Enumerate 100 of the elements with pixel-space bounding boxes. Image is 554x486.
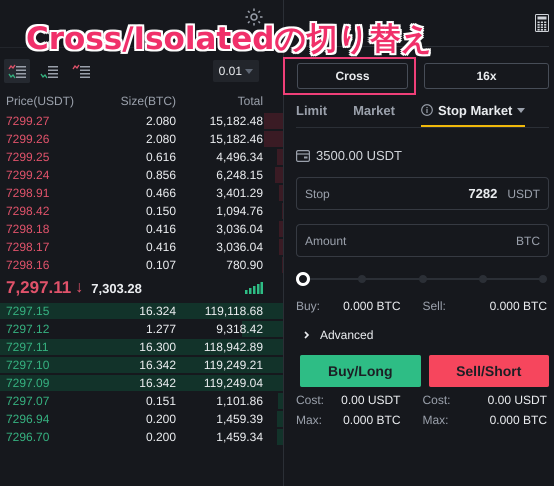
- price-cell-text: 7297.07: [6, 394, 50, 408]
- size-cell: 0.151: [146, 394, 176, 408]
- price-cell-text: 7296.94: [6, 412, 50, 426]
- size-cell: 0.200: [146, 430, 176, 444]
- summary-value: 0.000 BTC: [490, 413, 547, 427]
- slider-stop[interactable]: [539, 275, 547, 283]
- mark-price: 7,303.28: [91, 280, 142, 296]
- slider-stop[interactable]: [418, 275, 426, 283]
- price-cell-text: 7297.12: [6, 322, 50, 336]
- depth-bar: [276, 411, 283, 427]
- total-cell: 15,182.48: [210, 114, 263, 128]
- size-cell: 0.416: [146, 222, 176, 236]
- price-cell-text: 7299.27: [6, 114, 50, 128]
- price-cell-text: 7297.15: [6, 304, 50, 318]
- estimate-value: 0.000 BTC: [343, 299, 400, 313]
- price-direction-arrow: ↓: [75, 279, 84, 297]
- depth-bar: [279, 239, 283, 255]
- precision-dropdown[interactable]: 0.01: [212, 60, 259, 82]
- caret-icon: [245, 68, 253, 74]
- total-cell: 3,036.04: [216, 240, 263, 254]
- size-cell: 16.324: [139, 304, 176, 318]
- unit-label: BTC: [516, 234, 540, 248]
- stop-price-field[interactable]: Stop 7282 USDT: [296, 177, 549, 210]
- size-cell: 0.856: [146, 168, 176, 182]
- summary-label: Cost:: [296, 393, 324, 407]
- size-cell: 0.416: [146, 240, 176, 254]
- total-cell: 1,459.34: [216, 430, 263, 444]
- depth-bar: [278, 393, 283, 409]
- price-cell-text: 7297.11: [6, 340, 50, 354]
- price-cell-text: 7298.18: [6, 222, 50, 236]
- total-cell: 6,248.15: [216, 168, 263, 182]
- price-cell-text: 7299.26: [6, 132, 50, 146]
- estimate-label: Buy:: [296, 299, 320, 313]
- size-cell: 0.200: [146, 412, 176, 426]
- size-cell: 0.466: [146, 186, 176, 200]
- calculator-icon[interactable]: [535, 14, 549, 32]
- sell-button[interactable]: Sell/Short: [428, 355, 549, 387]
- depth-bar: [264, 131, 283, 147]
- summary-value: 0.000 BTC: [343, 413, 400, 427]
- order-type-tab[interactable]: Stop Market: [420, 95, 526, 127]
- order-book-view-icon: [8, 62, 26, 80]
- price-cell-text: 7298.42: [6, 204, 50, 218]
- size-cell: 16.342: [139, 376, 176, 390]
- order-type-tab[interactable]: Market: [353, 95, 395, 127]
- summary-label: Max:: [422, 413, 449, 427]
- advanced-toggle[interactable]: Advanced: [296, 327, 374, 343]
- column-header: Price(USDT): [6, 94, 75, 108]
- summary-value: 0.00 USDT: [488, 393, 547, 407]
- summary-label: Max:: [296, 413, 322, 427]
- size-cell: 16.300: [139, 340, 176, 354]
- caret-icon: [517, 108, 526, 112]
- estimate-label: Sell:: [422, 299, 446, 313]
- total-cell: 119,118.68: [204, 304, 263, 318]
- size-cell: 16.342: [139, 358, 176, 372]
- order-type-tab[interactable]: Limit: [296, 95, 328, 127]
- slider-stop[interactable]: [358, 275, 366, 283]
- depth-bar: [278, 185, 283, 201]
- summary-label: Cost:: [422, 393, 451, 407]
- balance-text: 3500.00 USDT: [316, 148, 402, 163]
- brightness-icon[interactable]: [245, 8, 263, 26]
- depth-bar: [279, 221, 283, 237]
- size-cell: 1.277: [146, 322, 176, 336]
- size-cell: 0.616: [146, 150, 176, 164]
- slider-thumb[interactable]: [296, 272, 310, 286]
- size-cell: 0.150: [146, 204, 176, 218]
- total-cell: 119,249.21: [204, 358, 263, 372]
- price-cell-text: 7296.70: [6, 430, 50, 444]
- order-book-view-icon: [72, 62, 90, 80]
- total-cell: 15,182.46: [210, 132, 263, 146]
- price-cell-text: 7298.16: [6, 258, 50, 272]
- total-cell: 1,101.86: [216, 394, 263, 408]
- price-cell-text: 7298.17: [6, 240, 50, 254]
- margin-mode-button[interactable]: Cross: [297, 63, 408, 89]
- chevron-icon: [304, 331, 310, 339]
- price-cell-text: 7299.25: [6, 150, 50, 164]
- view-mode-button[interactable]: [4, 59, 30, 83]
- estimate-value: 0.000 BTC: [490, 299, 547, 313]
- price-cell-text: 7297.09: [6, 376, 50, 390]
- column-header: Total: [238, 94, 263, 108]
- depth-bar: [264, 113, 283, 129]
- price-cell-text: 7297.10: [6, 358, 50, 372]
- wallet-icon: [296, 150, 310, 162]
- summary-value: 0.00 USDT: [341, 393, 400, 407]
- size-cell: 2.080: [146, 114, 176, 128]
- depth-bar: [275, 167, 283, 183]
- leverage-button[interactable]: 16x: [424, 63, 549, 89]
- total-cell: 3,036.04: [216, 222, 263, 236]
- column-header: Size(BTC): [120, 94, 176, 108]
- size-cell: 2.080: [146, 132, 176, 146]
- total-cell: 3,401.29: [216, 186, 263, 200]
- last-price: 7,297.11: [6, 278, 72, 298]
- total-cell: 118,942.89: [204, 340, 263, 354]
- price-cell-text: 7299.24: [6, 168, 50, 182]
- info-icon: [420, 104, 433, 116]
- buy-button[interactable]: Buy/Long: [300, 355, 420, 387]
- slider-stop[interactable]: [478, 275, 487, 283]
- total-cell: 780.90: [226, 258, 263, 272]
- annotation-caption: Cross/Isolatedの切り替え: [26, 24, 432, 55]
- total-cell: 1,094.76: [216, 204, 263, 218]
- price-cell-text: 7298.91: [6, 186, 50, 200]
